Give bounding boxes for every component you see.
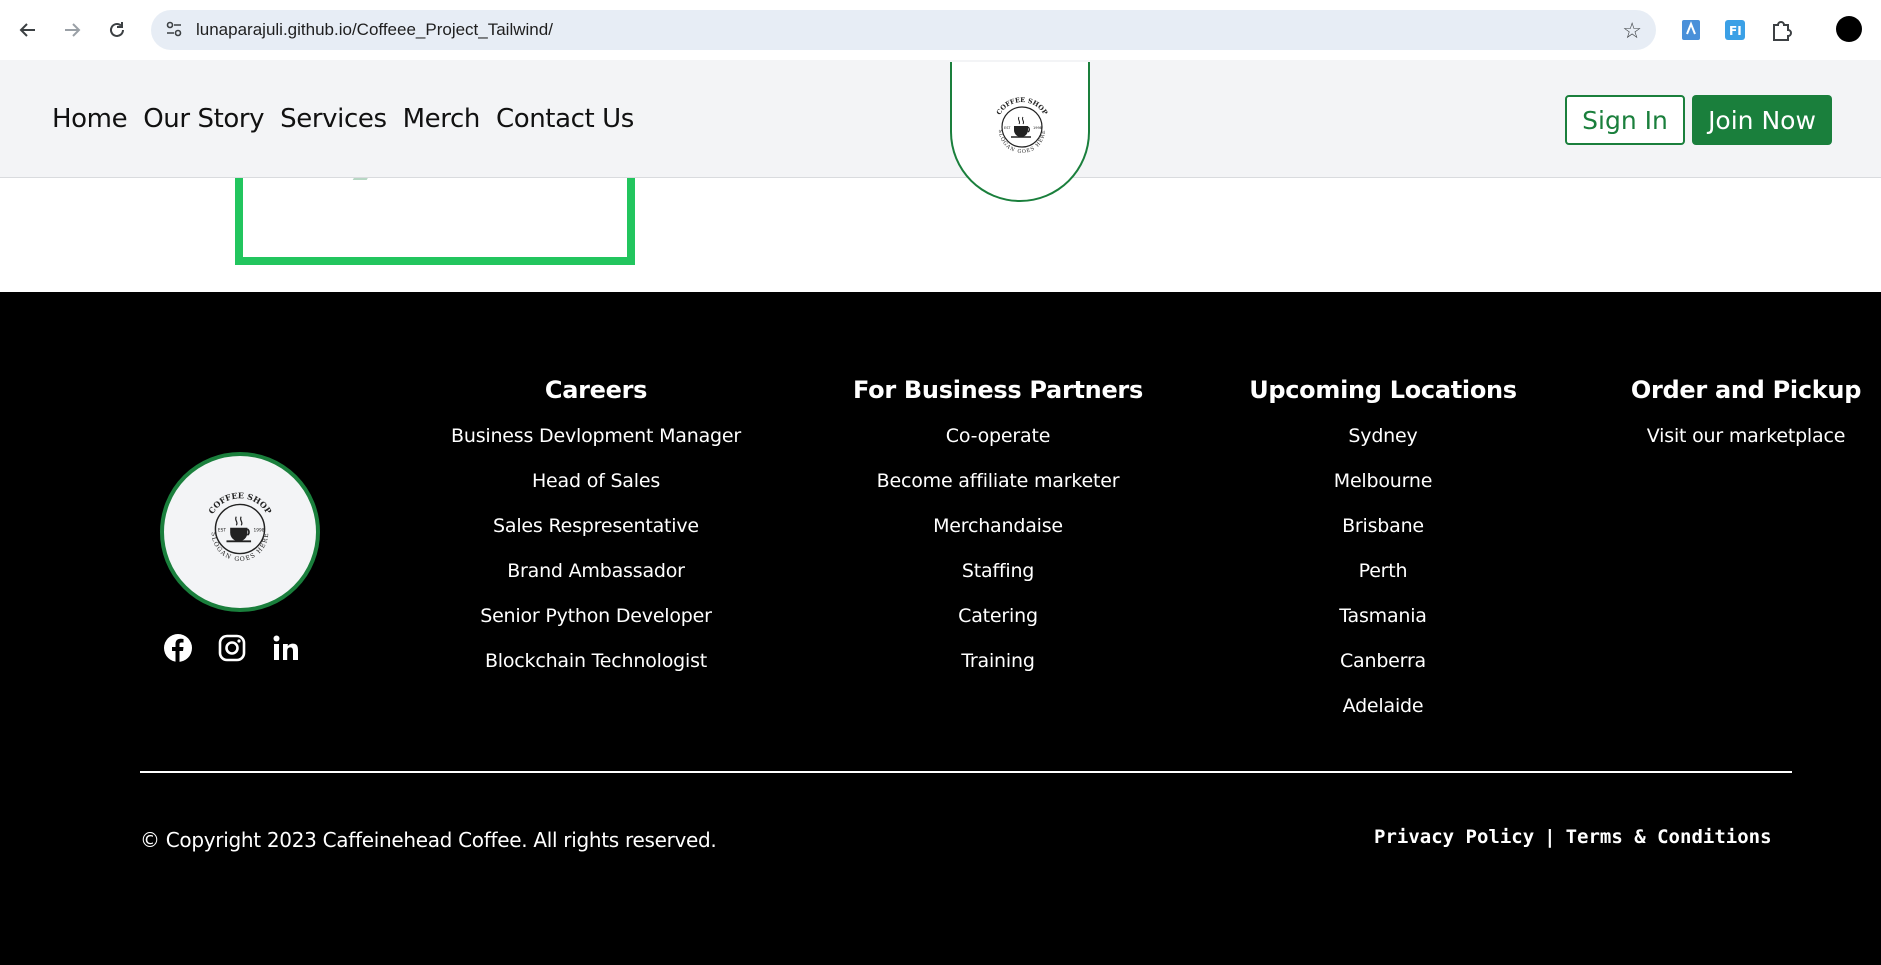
footer-link[interactable]: Perth <box>1243 561 1523 606</box>
footer-link[interactable]: Visit our marketplace <box>1630 426 1862 471</box>
footer-column-title: For Business Partners <box>853 376 1143 404</box>
nav-services[interactable]: Services <box>280 104 387 134</box>
nav-home[interactable]: Home <box>52 104 128 134</box>
svg-text:COFFEE SHOP: COFFEE SHOP <box>207 491 273 515</box>
footer-link[interactable]: Training <box>848 651 1148 696</box>
footer-column-business-partners: For Business Partners Co-operate Become … <box>848 376 1148 696</box>
footer-link[interactable]: Blockchain Technologist <box>437 651 755 696</box>
instagram-icon[interactable] <box>216 632 248 664</box>
logo-top-text: COFFEE SHOP <box>995 96 1049 116</box>
site-info-icon[interactable] <box>164 19 184 44</box>
footer-column-title: Order and Pickup <box>1630 376 1862 404</box>
footer-column-order-pickup: Order and Pickup Visit our marketplace <box>1630 376 1862 471</box>
nav-contact-us[interactable]: Contact Us <box>496 104 634 134</box>
image-frame <box>235 170 635 265</box>
logo-est: EST <box>218 527 226 533</box>
site-footer: COFFEE SHOP SLOGAN GOES HERE EST 1998 Ca… <box>0 292 1881 965</box>
footer-link[interactable]: Business Devlopment Manager <box>437 426 755 471</box>
main-nav: Home Our Story Services Merch Contact Us <box>52 104 634 134</box>
copyright-text: © Copyright 2023 Caffeinehead Coffee. Al… <box>140 828 717 852</box>
footer-link[interactable]: Brisbane <box>1243 516 1523 561</box>
footer-link[interactable]: Canberra <box>1243 651 1523 696</box>
coffee-shop-logo-icon: COFFEE SHOP SLOGAN GOES HERE EST 1998 <box>207 491 273 563</box>
header-logo[interactable]: COFFEE SHOP SLOGAN GOES HERE EST 1998 <box>950 62 1090 202</box>
nav-merch[interactable]: Merch <box>403 104 481 134</box>
footer-link[interactable]: Tasmania <box>1243 606 1523 651</box>
browser-chrome: lunaparajuli.github.io/Coffeee_Project_T… <box>0 0 1881 60</box>
linkedin-icon[interactable] <box>270 632 302 664</box>
legal-separator: | <box>1544 826 1556 848</box>
extension-icon[interactable]: FI <box>1722 17 1748 43</box>
sign-in-button[interactable]: Sign In <box>1565 95 1685 145</box>
social-links <box>162 632 302 664</box>
privacy-policy-link[interactable]: Privacy Policy <box>1374 826 1534 848</box>
nav-our-story[interactable]: Our Story <box>143 104 264 134</box>
footer-logo[interactable]: COFFEE SHOP SLOGAN GOES HERE EST 1998 <box>160 452 320 612</box>
footer-link[interactable]: Head of Sales <box>437 471 755 516</box>
logo-year: 1998 <box>254 527 265 533</box>
footer-link[interactable]: Merchandaise <box>848 516 1148 561</box>
address-bar[interactable]: lunaparajuli.github.io/Coffeee_Project_T… <box>151 10 1656 50</box>
footer-column-title: Upcoming Locations <box>1249 376 1517 404</box>
star-icon[interactable]: ☆ <box>1622 18 1642 44</box>
site-header: Home Our Story Services Merch Contact Us… <box>0 60 1881 178</box>
extensions-puzzle-icon[interactable] <box>1768 17 1794 43</box>
coffee-shop-logo-icon: COFFEE SHOP SLOGAN GOES HERE EST 1998 <box>995 96 1049 155</box>
extension-icon[interactable] <box>1678 17 1704 43</box>
forward-icon[interactable] <box>56 14 88 46</box>
join-now-button[interactable]: Join Now <box>1692 95 1832 145</box>
footer-link[interactable]: Melbourne <box>1243 471 1523 516</box>
svg-text:COFFEE SHOP: COFFEE SHOP <box>995 96 1049 116</box>
back-icon[interactable] <box>12 14 44 46</box>
footer-link[interactable]: Brand Ambassador <box>437 561 755 606</box>
logo-top-text: COFFEE SHOP <box>207 491 273 515</box>
url-text[interactable]: lunaparajuli.github.io/Coffeee_Project_T… <box>196 20 553 40</box>
footer-link[interactable]: Catering <box>848 606 1148 651</box>
terms-conditions-link[interactable]: Terms & Conditions <box>1566 826 1772 848</box>
footer-column-locations: Upcoming Locations Sydney Melbourne Bris… <box>1243 376 1523 741</box>
footer-column-title: Careers <box>544 376 648 404</box>
facebook-icon[interactable] <box>162 632 194 664</box>
footer-divider <box>140 771 1792 773</box>
svg-text:FI: FI <box>1729 24 1742 38</box>
footer-link[interactable]: Co-operate <box>848 426 1148 471</box>
footer-link[interactable]: Sydney <box>1243 426 1523 471</box>
footer-link[interactable]: Become affiliate marketer <box>848 471 1148 516</box>
logo-year: 1998 <box>1033 126 1042 130</box>
logo-est: EST <box>1004 126 1011 130</box>
footer-link[interactable]: Senior Python Developer <box>437 606 755 651</box>
reload-icon[interactable] <box>101 14 133 46</box>
footer-column-careers: Careers Business Devlopment Manager Head… <box>437 376 755 696</box>
page-viewport: Home Our Story Services Merch Contact Us… <box>0 60 1881 965</box>
footer-link[interactable]: Sales Respresentative <box>437 516 755 561</box>
footer-link[interactable]: Adelaide <box>1243 696 1523 741</box>
profile-avatar[interactable] <box>1836 16 1862 42</box>
legal-links: Privacy Policy | Terms & Conditions <box>1374 826 1772 848</box>
footer-link[interactable]: Staffing <box>848 561 1148 606</box>
